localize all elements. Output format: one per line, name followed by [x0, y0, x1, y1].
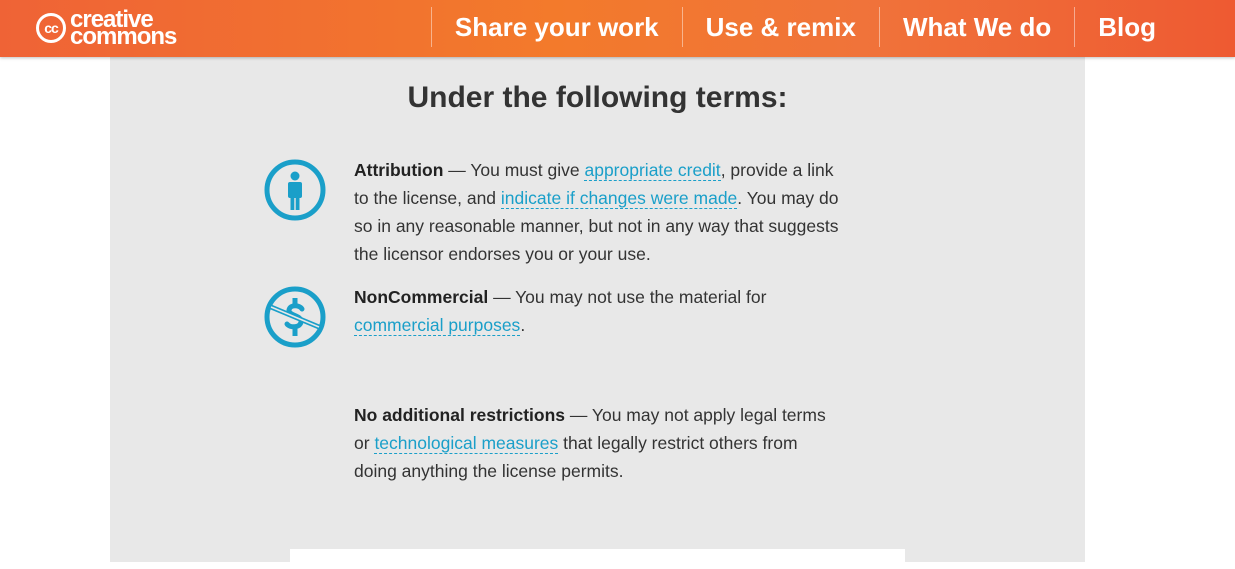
nav-use-and-remix[interactable]: Use & remix — [681, 7, 879, 47]
term-no-additional-restrictions: No additional restrictions — You may not… — [354, 401, 844, 485]
commercial-purposes-link[interactable]: commercial purposes — [354, 315, 521, 336]
top-navigation-bar: cc creative commons Share your work Use … — [0, 0, 1235, 57]
noncommercial-icon — [264, 286, 326, 348]
logo-wordmark: creative commons — [70, 8, 177, 50]
technological-measures-link[interactable]: technological measures — [374, 433, 559, 454]
nav-blog[interactable]: Blog — [1074, 7, 1178, 47]
nav-what-we-do[interactable]: What We do — [878, 7, 1074, 47]
cc-logo-icon: cc — [36, 13, 66, 43]
indicate-changes-link[interactable]: indicate if changes were made — [500, 188, 738, 209]
term-text: . — [520, 315, 526, 335]
term-noncommercial: NonCommercial — You may not use the mate… — [354, 283, 844, 339]
appropriate-credit-link[interactable]: appropriate credit — [584, 160, 721, 181]
term-title: No additional restrictions — [354, 405, 565, 425]
bottom-card-edge — [290, 549, 905, 569]
term-text: — You may not use the material for — [488, 287, 767, 307]
attribution-icon — [264, 159, 326, 221]
license-terms-panel: Under the following terms: Attribution —… — [110, 57, 1085, 569]
nav-share-your-work[interactable]: Share your work — [430, 7, 682, 47]
term-title: Attribution — [354, 160, 444, 180]
term-title: NonCommercial — [354, 287, 489, 307]
term-attribution: Attribution — You must give appropriate … — [354, 156, 844, 268]
logo-line-commons: commons — [70, 23, 177, 50]
creative-commons-logo[interactable]: cc creative commons — [36, 8, 177, 50]
terms-heading: Under the following terms: — [407, 81, 788, 114]
main-nav: Share your work Use & remix What We do B… — [430, 7, 1178, 47]
term-text: — You must give — [443, 160, 585, 180]
